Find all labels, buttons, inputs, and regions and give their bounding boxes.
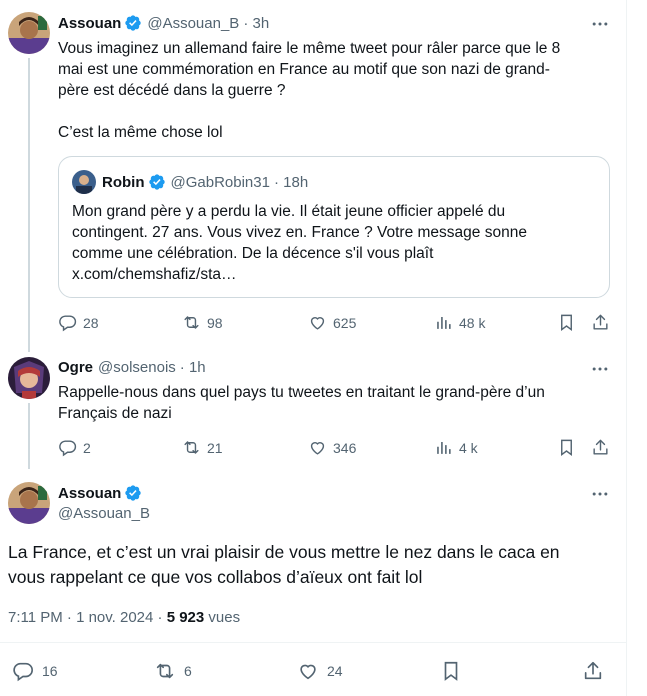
views-count: 48 k [459, 314, 486, 331]
tweet-text-line: La France, et c’est un vrai plaisir de v… [8, 542, 560, 562]
tweet-timestamp[interactable]: 7:11 PM · 1 nov. 2024 · [8, 609, 167, 626]
heart-icon [300, 664, 316, 680]
bookmark-icon [444, 661, 458, 681]
quote-author-name: Robin [102, 173, 145, 191]
quoted-tweet[interactable]: Robin @GabRobin31 · 18h Mon grand père y… [58, 156, 610, 298]
tweet-actions: 2 21 346 4 k [58, 438, 618, 458]
tweet-text-line: Vous imaginez un allemand faire le même … [58, 40, 561, 57]
tweet-actions: 28 98 625 48 k [58, 313, 618, 333]
retweet-button[interactable]: 98 [182, 313, 223, 332]
author-name[interactable]: Assouan [58, 15, 121, 32]
author-handle[interactable]: @Assouan_B [58, 505, 150, 522]
avatar[interactable] [8, 12, 50, 54]
quote-header: Robin @GabRobin31 · 18h [102, 173, 308, 191]
reply-icon [59, 440, 77, 457]
quote-text-line: comme une célébration. De la décence s'i… [72, 245, 434, 262]
tweet-text: Vous imaginez un allemand faire le même … [58, 38, 598, 143]
tweet-meta: 7:11 PM · 1 nov. 2024 · 5 923 vues [8, 609, 240, 626]
reply-icon [59, 315, 77, 332]
reply-count: 28 [83, 314, 99, 331]
avatar-assouan-icon [8, 482, 50, 524]
views-button[interactable]: 4 k [434, 438, 478, 457]
tweet-text-line [58, 101, 598, 122]
share-icon [584, 661, 602, 680]
tweet-text-line: vous rappelant ce que vos collabos d’aïe… [8, 567, 423, 587]
heart-icon [310, 442, 325, 455]
share-icon[interactable] [591, 313, 610, 332]
right-border [626, 0, 627, 696]
avatar [72, 170, 96, 194]
like-count: 24 [327, 663, 343, 679]
like-button[interactable]: 24 [297, 660, 343, 682]
avatar[interactable] [8, 357, 50, 399]
reply-button[interactable]: 16 [12, 660, 58, 682]
retweet-count: 6 [184, 663, 192, 679]
author-name[interactable]: Assouan [58, 485, 121, 502]
main-handle-row: @Assouan_B [58, 505, 150, 522]
retweet-icon [156, 663, 174, 679]
verified-badge-icon [125, 15, 142, 31]
author-handle[interactable]: @solsenois [98, 359, 176, 376]
author-name[interactable]: Ogre [58, 359, 93, 376]
reply-button[interactable]: 28 [58, 313, 99, 332]
reply-button[interactable]: 2 [58, 438, 91, 457]
retweet-icon [184, 441, 199, 454]
thread-line [28, 403, 30, 469]
avatar-assouan-icon [8, 12, 50, 54]
share-icon[interactable] [591, 438, 610, 457]
quote-text-line: contingent. 27 ans. Vous vivez en. Franc… [72, 224, 527, 241]
tweet-header: Ogre @solsenois · 1h [58, 359, 206, 376]
like-button[interactable]: 625 [308, 313, 356, 332]
bookmark-button[interactable] [440, 660, 470, 682]
more-options-icon[interactable] [590, 359, 610, 379]
bookmark-icon[interactable] [557, 313, 576, 332]
analytics-icon [437, 316, 451, 329]
tweet-text-line: père est décédé dans la guerre ? [58, 82, 286, 99]
tweet-header: Assouan @Assouan_B · 3h [58, 14, 269, 32]
views-label: vues [204, 609, 241, 626]
quote-author-handle: @GabRobin31 [170, 173, 270, 191]
reply-icon [13, 662, 33, 682]
quote-link[interactable]: x.com/chemshafiz/sta… [72, 264, 592, 285]
quote-text-line: Mon grand père y a perdu la vie. Il étai… [72, 203, 506, 220]
author-handle[interactable]: @Assouan_B [147, 15, 239, 32]
tweet-text-line: C’est la même chose lol [58, 124, 223, 141]
retweet-button[interactable]: 21 [182, 438, 223, 457]
quote-text: Mon grand père y a perdu la vie. Il étai… [72, 201, 592, 285]
views-count: 4 k [459, 439, 478, 456]
retweet-icon [184, 316, 199, 329]
avatar-ogre-icon [8, 357, 50, 399]
views-button[interactable]: 48 k [434, 313, 485, 332]
bookmark-icon[interactable] [557, 438, 576, 457]
tweet-time[interactable]: · 3h [243, 15, 269, 32]
views-total: 5 923 [166, 609, 205, 626]
reply-count: 2 [83, 439, 91, 456]
retweet-count: 98 [207, 314, 223, 331]
heart-icon [310, 317, 325, 330]
tweet-text-line: Français de nazi [58, 405, 172, 422]
like-button[interactable]: 346 [308, 438, 356, 457]
quote-time: · 18h [273, 173, 309, 191]
avatar[interactable] [8, 482, 50, 524]
retweet-count: 21 [207, 439, 223, 456]
like-count: 346 [333, 439, 357, 456]
main-tweet-text: La France, et c’est un vrai plaisir de v… [8, 540, 608, 590]
verified-badge-icon [125, 485, 142, 501]
tweet-time[interactable]: · 1h [180, 359, 206, 376]
more-options-icon[interactable] [590, 484, 610, 504]
verified-badge-icon [148, 174, 165, 190]
like-count: 625 [333, 314, 357, 331]
thread-line [28, 58, 30, 352]
avatar-robin-icon [72, 170, 96, 194]
main-author: Assouan [58, 484, 147, 502]
tweet-text: Rappelle-nous dans quel pays tu tweetes … [58, 382, 598, 424]
share-button[interactable] [582, 660, 612, 682]
more-options-icon[interactable] [590, 14, 610, 34]
reply-count: 16 [42, 663, 58, 679]
tweet-text-line: Rappelle-nous dans quel pays tu tweetes … [58, 384, 545, 401]
analytics-icon [437, 441, 451, 454]
retweet-button[interactable]: 6 [154, 660, 192, 682]
divider [0, 642, 626, 643]
tweet-text-line: mai est une commémoration en France au m… [58, 61, 550, 78]
